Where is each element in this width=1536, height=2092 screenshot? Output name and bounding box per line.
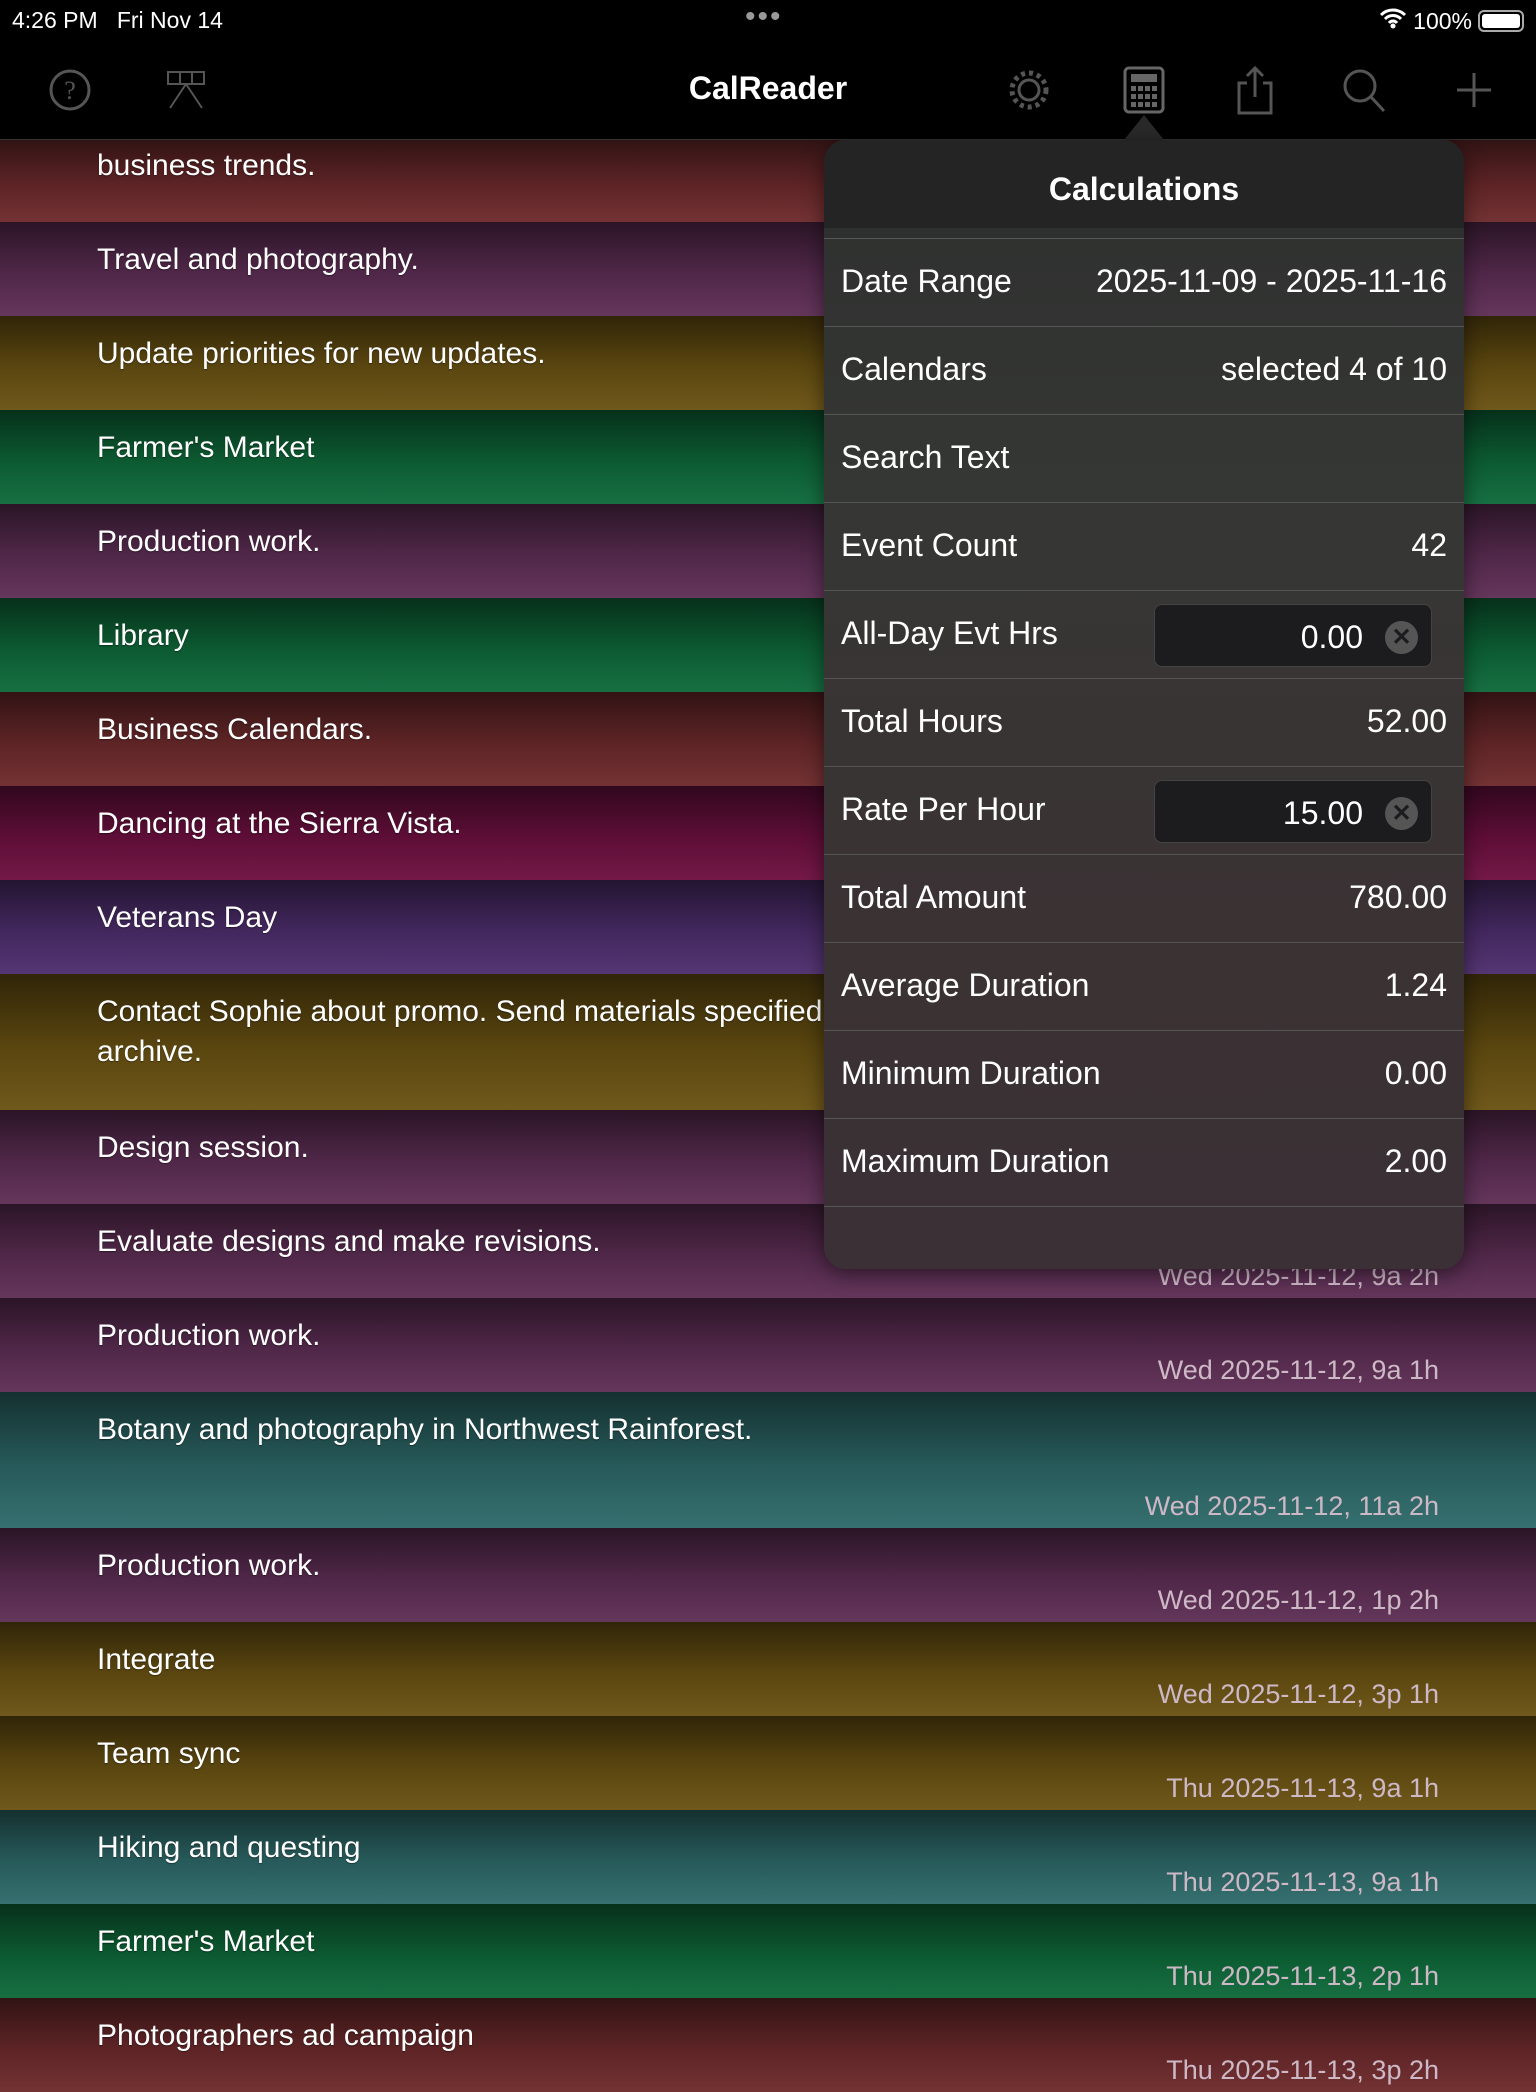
event-row[interactable]: Production work. Wed 2025-11-12, 1p 2h [0, 1528, 1536, 1622]
calc-row-average-duration: Average Duration 1.24 [824, 942, 1464, 1030]
event-title: Farmer's Market [97, 1925, 315, 1958]
calc-label: Event Count [841, 527, 1018, 563]
calc-row-event-count: Event Count 42 [824, 502, 1464, 590]
calculations-popover: Calculations Date Range 2025-11-09 - 2025… [824, 140, 1464, 1269]
status-time: 4:26 PM Fri Nov 14 [12, 7, 223, 33]
calc-row-total-hours: Total Hours 52.00 [824, 678, 1464, 766]
calc-label: Calendars [841, 351, 987, 387]
battery-percent: 100% [1413, 7, 1472, 34]
event-date: Wed 2025-11-12, 11a 2h [1144, 1491, 1439, 1521]
event-row[interactable]: Photographers ad campaign Thu 2025-11-13,… [0, 1998, 1536, 2092]
calc-label: Average Duration [841, 967, 1090, 1003]
event-date: Thu 2025-11-13, 9a 1h [1166, 1773, 1439, 1803]
calc-input-value[interactable]: 0.00 [1301, 619, 1363, 656]
event-row[interactable]: Team sync Thu 2025-11-13, 9a 1h [0, 1716, 1536, 1810]
clear-icon[interactable]: ✕ [1385, 621, 1418, 654]
calc-input-value[interactable]: 15.00 [1283, 795, 1363, 832]
calc-row-maximum-duration: Maximum Duration 2.00 [824, 1118, 1464, 1206]
event-title: Botany and photography in Northwest Rain… [97, 1413, 753, 1446]
event-date: Thu 2025-11-13, 9a 1h [1166, 1867, 1439, 1897]
calc-label: All-Day Evt Hrs [841, 615, 1058, 651]
calc-label: Date Range [841, 263, 1012, 299]
share-icon[interactable] [1231, 65, 1279, 115]
event-title: Integrate [97, 1643, 216, 1676]
event-row[interactable]: Botany and photography in Northwest Rain… [0, 1392, 1536, 1528]
event-date: Wed 2025-11-12, 3p 1h [1157, 1679, 1439, 1709]
calc-value: 0.00 [1384, 1055, 1447, 1091]
event-date: Wed 2025-11-12, 9a 1h [1157, 1355, 1439, 1385]
search-icon[interactable] [1340, 66, 1388, 114]
status-bar: 4:26 PM Fri Nov 14 ••• 100% [0, 0, 1536, 40]
event-title: Production work. [97, 1549, 321, 1582]
event-row[interactable]: Integrate Wed 2025-11-12, 3p 1h [0, 1622, 1536, 1716]
calc-row-all-day-evt-hrs: All-Day Evt Hrs 0.00 ✕ [824, 590, 1464, 678]
calc-label: Search Text [841, 439, 1010, 475]
calc-label: Total Amount [841, 879, 1026, 915]
event-title: Team sync [97, 1737, 241, 1770]
nav-bar: ? CalReader [0, 40, 1536, 140]
popover-empty-row [824, 1206, 1464, 1269]
wifi-icon [1379, 7, 1407, 35]
event-date: Thu 2025-11-13, 2p 1h [1166, 1961, 1439, 1991]
calc-row-calendars: Calendars selected 4 of 10 [824, 326, 1464, 414]
calc-row-date-range: Date Range 2025-11-09 - 2025-11-16 [824, 238, 1464, 326]
calc-row-search-text: Search Text [824, 414, 1464, 502]
app-title: CalReader [688, 70, 848, 106]
popover-arrow [1124, 115, 1164, 140]
add-icon[interactable] [1450, 66, 1498, 114]
event-title: Photographers ad campaign [97, 2019, 474, 2052]
calc-row-total-amount: Total Amount 780.00 [824, 854, 1464, 942]
calc-input[interactable]: 0.00 ✕ [1154, 604, 1432, 667]
calc-value: 2.00 [1384, 1143, 1447, 1179]
calc-row-minimum-duration: Minimum Duration 0.00 [824, 1030, 1464, 1118]
calc-value: 1.24 [1384, 967, 1447, 1003]
event-title: Production work. [97, 1319, 321, 1352]
battery-icon [1478, 10, 1524, 32]
calc-value: 2025-11-09 - 2025-11-16 [1095, 263, 1447, 299]
calc-input[interactable]: 15.00 ✕ [1154, 780, 1432, 843]
calc-label: Rate Per Hour [841, 791, 1046, 827]
event-row[interactable]: Production work. Wed 2025-11-12, 9a 1h [0, 1298, 1536, 1392]
calc-label: Minimum Duration [841, 1055, 1101, 1091]
calc-label: Total Hours [841, 703, 1003, 739]
calc-value: 780.00 [1349, 879, 1447, 915]
event-row[interactable]: Farmer's Market Thu 2025-11-13, 2p 1h [0, 1904, 1536, 1998]
calc-value: selected 4 of 10 [1221, 351, 1447, 387]
calc-row-rate-per-hour: Rate Per Hour 15.00 ✕ [824, 766, 1464, 854]
calc-label: Maximum Duration [841, 1143, 1110, 1179]
popover-title: Calculations [824, 140, 1464, 238]
gear-icon[interactable] [1005, 66, 1053, 114]
clear-icon[interactable]: ✕ [1385, 797, 1418, 830]
calculator-icon[interactable] [1120, 66, 1168, 114]
event-date: Wed 2025-11-12, 1p 2h [1157, 1585, 1439, 1615]
calc-value: 42 [1411, 527, 1447, 563]
event-title: Hiking and questing [97, 1831, 361, 1864]
calc-value: 52.00 [1366, 703, 1447, 739]
event-date: Thu 2025-11-13, 3p 2h [1166, 2055, 1439, 2085]
multitasking-dots-icon[interactable]: ••• [745, 0, 783, 34]
event-row[interactable]: Hiking and questing Thu 2025-11-13, 9a 1h [0, 1810, 1536, 1904]
